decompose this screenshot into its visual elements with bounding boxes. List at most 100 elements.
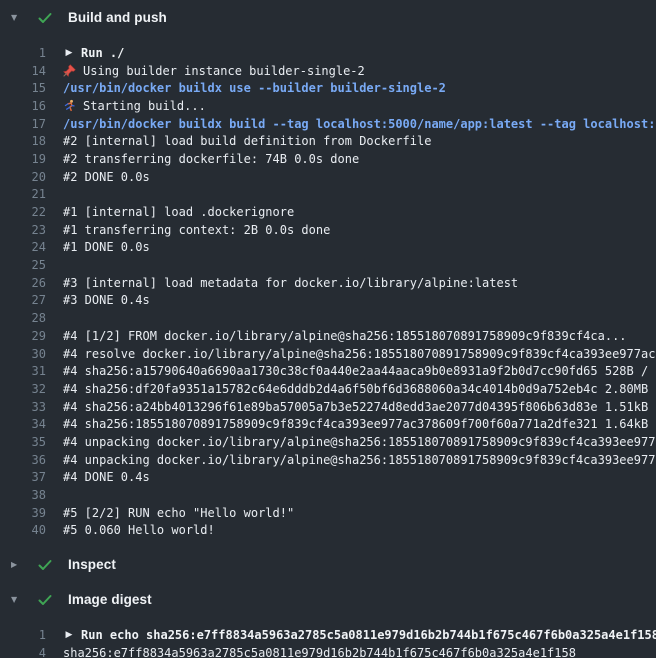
log-line-string: /usr/bin/docker buildx build --tag local… [63,117,656,131]
log-line-text: #2 transferring dockerfile: 74B 0.0s don… [63,152,359,166]
log-line-text: /usr/bin/docker buildx use --builder bui… [63,81,446,95]
log-line-number: 40 [0,523,46,537]
log-line-text: #4 sha256:185518070891758909c9f839cf4ca3… [63,417,656,431]
log-line-number: 25 [0,258,46,272]
log-line[interactable]: 1 ▶ Run ./ [0,44,656,62]
log-line[interactable]: 16 Starting build... [0,97,656,115]
log-line-number: 28 [0,311,46,325]
log-group-header[interactable]: ▼ Image digest [0,582,656,617]
log-line-number: 29 [0,329,46,343]
log-line-number: 24 [0,240,46,254]
log-line-number: 1 [0,46,46,60]
log-line[interactable]: 22 #1 [internal] load .dockerignore [0,203,656,221]
log-group-body: 1 ▶ Run ./ 14 Using builder instance buil… [0,35,656,547]
log-line-text: #4 unpacking docker.io/library/alpine@sh… [63,435,656,449]
log-line[interactable]: 27 #3 DONE 0.4s [0,292,656,310]
log-line[interactable]: 39 #5 [2/2] RUN echo "Hello world!" [0,504,656,522]
play-icon[interactable]: ▶ [63,46,75,59]
log-line-text: #5 0.060 Hello world! [63,523,215,537]
log-line-string: #4 resolve docker.io/library/alpine@sha2… [63,347,656,361]
log-group-body: 1 ▶Run echo sha256:e7ff8834a5963a2785c5a… [0,617,656,658]
log-line-text: Starting build... [63,99,206,113]
log-line-number: 38 [0,488,46,502]
log-line[interactable]: 34 #4 sha256:185518070891758909c9f839cf4… [0,415,656,433]
log-line-text: #1 DONE 0.0s [63,240,150,254]
log-line-number: 26 [0,276,46,290]
log-line-text: #5 [2/2] RUN echo "Hello world!" [63,506,294,520]
log-line[interactable]: 18 #2 [internal] load build definition f… [0,132,656,150]
log-line-number: 18 [0,134,46,148]
log-line-text: #4 sha256:a24bb4013296f61e89ba57005a7b3e… [63,400,656,414]
log-line[interactable]: 21 [0,186,656,204]
log-line-number: 27 [0,293,46,307]
check-icon [37,592,55,608]
log-line-number: 31 [0,364,46,378]
log-line[interactable]: 14 Using builder instance builder-single… [0,62,656,80]
log-line[interactable]: 30 #4 resolve docker.io/library/alpine@s… [0,345,656,363]
log-line[interactable]: 4 sha256:e7ff8834a5963a2785c5a0811e979d1… [0,644,656,658]
log-group-title: Inspect [68,557,116,572]
log-line-text: Using builder instance builder-single-2 [63,64,365,78]
log-line[interactable]: 24 #1 DONE 0.0s [0,239,656,257]
log-line-text: #3 [internal] load metadata for docker.i… [63,276,518,290]
log-line[interactable]: 37 #4 DONE 0.4s [0,469,656,487]
log-group: ▼ Build and push 1 ▶ Run ./ 14 Using buil… [0,0,656,547]
log-line-text: #4 unpacking docker.io/library/alpine@sh… [63,453,656,467]
log-line-string: #1 transferring context: 2B 0.0s done [63,223,330,237]
log-line[interactable]: 35 #4 unpacking docker.io/library/alpine… [0,433,656,451]
log-line-number: 17 [0,117,46,131]
log-line-string: #4 sha256:a24bb4013296f61e89ba57005a7b3e… [63,400,656,414]
pushpin-icon [63,64,76,77]
log-group-header[interactable]: ▼ Build and push [0,0,656,35]
log-line-text: #4 [1/2] FROM docker.io/library/alpine@s… [63,329,627,343]
log-line-string: #2 transferring dockerfile: 74B 0.0s don… [63,152,359,166]
log-line[interactable]: 1 ▶Run echo sha256:e7ff8834a5963a2785c5a… [0,626,656,644]
log-line-number: 37 [0,470,46,484]
chevron-down-icon[interactable]: ▼ [11,13,28,22]
log-line-string: sha256:e7ff8834a5963a2785c5a0811e979d16b… [63,646,576,658]
log-line-number: 39 [0,506,46,520]
log-line-number: 21 [0,187,46,201]
log-line[interactable]: 17 /usr/bin/docker buildx build --tag lo… [0,115,656,133]
log-group-title: Build and push [68,10,167,25]
log-line-string: Run ./ [81,46,124,60]
chevron-right-icon[interactable]: ▶ [11,560,28,569]
log-line-string: Using builder instance builder-single-2 [83,64,365,78]
log-line[interactable]: 26 #3 [internal] load metadata for docke… [0,274,656,292]
log-line-text: #4 DONE 0.4s [63,470,150,484]
log-line[interactable]: 38 [0,486,656,504]
log-line[interactable]: 19 #2 transferring dockerfile: 74B 0.0s … [0,150,656,168]
log-line-string: #5 0.060 Hello world! [63,523,215,537]
log-line-string: Starting build... [83,99,206,113]
log-line[interactable]: 23 #1 transferring context: 2B 0.0s done [0,221,656,239]
log-line-text: #4 resolve docker.io/library/alpine@sha2… [63,347,656,361]
log-line-number: 22 [0,205,46,219]
check-icon [37,10,55,26]
log-line-string: #1 [internal] load .dockerignore [63,205,294,219]
log-line[interactable]: 20 #2 DONE 0.0s [0,168,656,186]
check-icon [37,557,55,573]
log-line[interactable]: 40 #5 0.060 Hello world! [0,522,656,540]
log-line[interactable]: 15 /usr/bin/docker buildx use --builder … [0,79,656,97]
log-line-text: #1 [internal] load .dockerignore [63,205,294,219]
log-line-string: #3 DONE 0.4s [63,293,150,307]
log-line-number: 36 [0,453,46,467]
log-line[interactable]: 36 #4 unpacking docker.io/library/alpine… [0,451,656,469]
log-line[interactable]: 32 #4 sha256:df20fa9351a15782c64e6dddb2d… [0,380,656,398]
log-line-text: #1 transferring context: 2B 0.0s done [63,223,330,237]
log-group-header[interactable]: ▶ Inspect [0,547,656,582]
log-line-text: #4 sha256:df20fa9351a15782c64e6dddb2d4a6… [63,382,656,396]
log-line-number: 35 [0,435,46,449]
log-line-text: /usr/bin/docker buildx build --tag local… [63,117,656,131]
log-line-text: ▶Run echo sha256:e7ff8834a5963a2785c5a08… [63,628,656,642]
play-icon[interactable]: ▶ [63,629,75,642]
log-line-number: 30 [0,347,46,361]
log-line-number: 34 [0,417,46,431]
log-group: ▶ Inspect [0,547,656,582]
chevron-down-icon[interactable]: ▼ [11,595,28,604]
log-line[interactable]: 33 #4 sha256:a24bb4013296f61e89ba57005a7… [0,398,656,416]
log-line[interactable]: 28 [0,309,656,327]
log-line[interactable]: 25 [0,256,656,274]
log-line[interactable]: 29 #4 [1/2] FROM docker.io/library/alpin… [0,327,656,345]
log-line[interactable]: 31 #4 sha256:a15790640a6690aa1730c38cf0a… [0,362,656,380]
